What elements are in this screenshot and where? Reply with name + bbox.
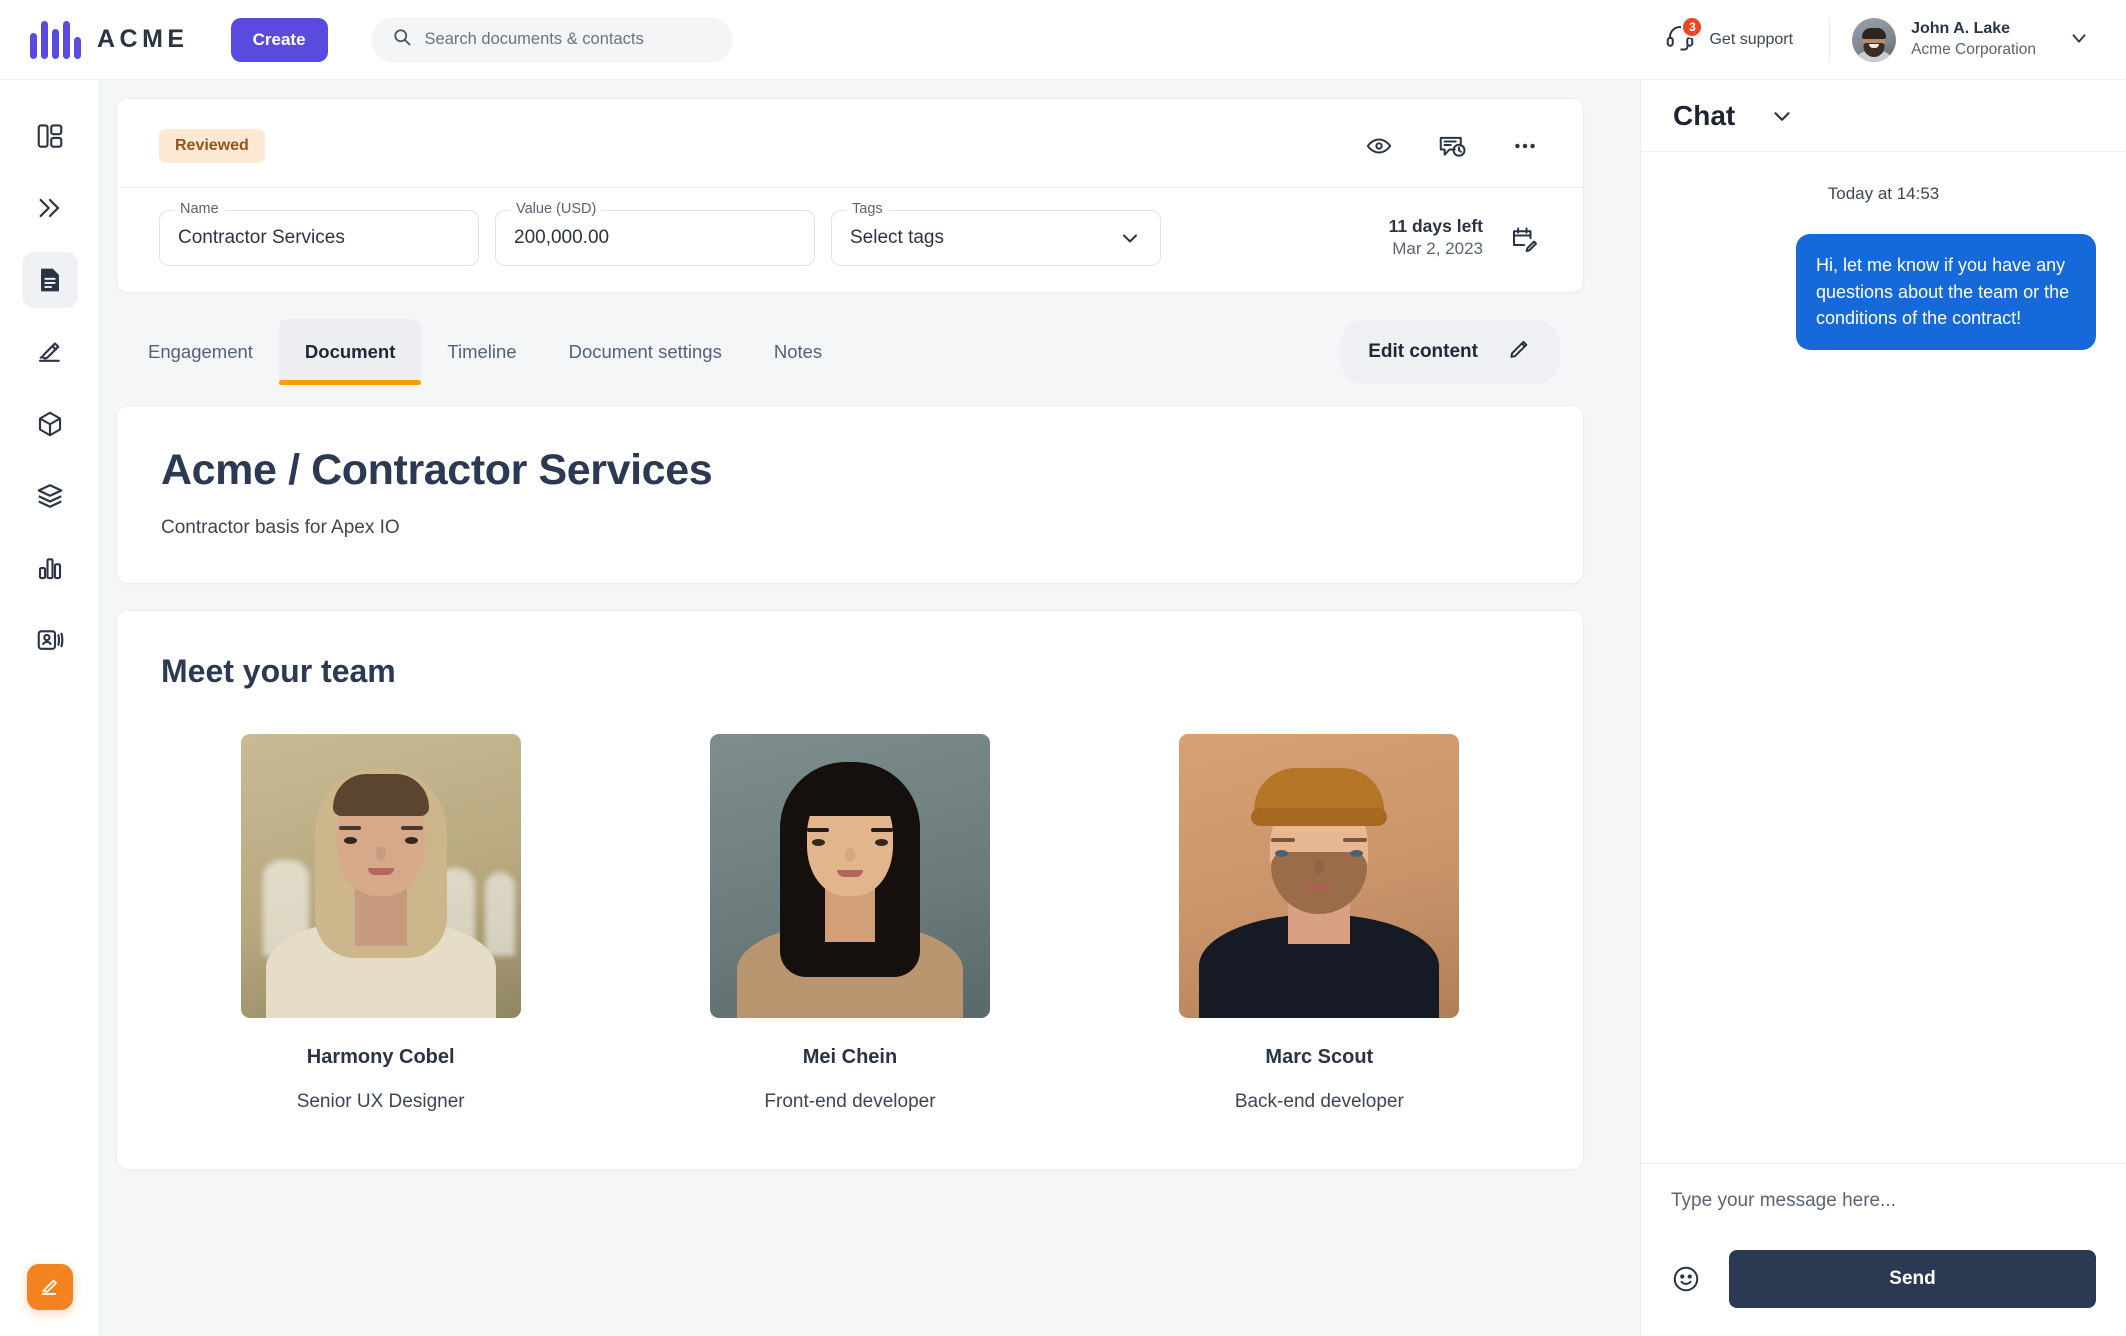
sidebar-item-signatures[interactable] [22, 324, 78, 380]
team-grid: Harmony Cobel Senior UX Designer Mei Che… [161, 734, 1539, 1113]
tags-chevron-down-icon[interactable] [1118, 226, 1142, 250]
document-header-fields: Name Value (USD) Tags [117, 188, 1583, 292]
sidebar-item-workflows[interactable] [22, 180, 78, 236]
document-header-card: Reviewed Name Contractor Services Value … [116, 98, 1584, 293]
name-field[interactable]: Name [159, 201, 479, 266]
team-member-photo [1179, 734, 1460, 1018]
sidebar-item-dashboard[interactable] [22, 108, 78, 164]
sidebar-item-templates[interactable] [22, 468, 78, 524]
chat-header: Chat [1641, 80, 2126, 152]
name-field-label: Name [174, 201, 225, 217]
due-date-text: 11 days left Mar 2, 2023 [1389, 215, 1483, 262]
brand-name: ACME [97, 25, 189, 53]
tags-field-label: Tags [846, 201, 889, 217]
sidebar-rail [0, 80, 100, 1336]
search-input[interactable] [424, 30, 712, 49]
sidebar-item-contacts[interactable] [22, 612, 78, 668]
chat-panel: Chat Today at 14:53 Hi, let me know if y… [1640, 80, 2126, 1336]
team-card: Meet your team Harmony Cobel Senior UX D… [116, 610, 1584, 1170]
team-member-photo [240, 734, 521, 1018]
brand-logo[interactable]: ACME [30, 20, 189, 59]
chat-composer-actions: Send [1671, 1250, 2096, 1308]
support-notification-badge: 3 [1681, 16, 1704, 38]
user-menu-chevron-down-icon[interactable] [2062, 21, 2096, 58]
document-tabs: Engagement Document Timeline Document se… [122, 319, 848, 385]
avatar [1852, 17, 1897, 62]
top-bar: ACME Create 3 [0, 0, 2126, 80]
chat-timestamp: Today at 14:53 [1827, 184, 1940, 203]
value-input[interactable] [514, 227, 796, 249]
tab-document-settings[interactable]: Document settings [543, 319, 748, 385]
edit-content-label: Edit content [1368, 341, 1478, 362]
user-meta: John A. Lake Acme Corporation [1911, 19, 2036, 60]
body: Reviewed Name Contractor Services Value … [0, 80, 2126, 1336]
edit-content-button[interactable]: Edit content [1340, 320, 1560, 384]
tab-engagement[interactable]: Engagement [122, 319, 279, 385]
comment-history-icon[interactable] [1435, 129, 1469, 163]
status-badge: Reviewed [159, 129, 265, 163]
chat-title: Chat [1673, 99, 1736, 131]
document-header-top: Reviewed [117, 99, 1583, 187]
user-name: John A. Lake [1911, 20, 2011, 38]
sidebar-item-reports[interactable] [22, 540, 78, 596]
user-menu[interactable]: John A. Lake Acme Corporation [1852, 17, 2036, 62]
team-member-role: Front-end developer [764, 1091, 936, 1112]
tab-notes[interactable]: Notes [748, 319, 848, 385]
page-subtitle: Contractor basis for Apex IO [161, 517, 400, 538]
due-date-group: 11 days left Mar 2, 2023 [1389, 215, 1541, 262]
team-member-name: Harmony Cobel [306, 1046, 455, 1068]
team-member-role: Senior UX Designer [296, 1091, 465, 1112]
team-member: Harmony Cobel Senior UX Designer [240, 734, 521, 1113]
create-button[interactable]: Create [230, 17, 328, 62]
support-label: Get support [1709, 30, 1794, 48]
value-field[interactable]: Value (USD) [495, 201, 815, 266]
chat-collapse-chevron-down-icon[interactable] [1765, 99, 1799, 133]
chat-composer: Send [1641, 1163, 2126, 1336]
app-root: ACME Create 3 [0, 0, 2126, 1336]
team-member-photo [709, 734, 990, 1018]
user-organization: Acme Corporation [1911, 40, 2036, 58]
acme-logo-icon [30, 20, 81, 59]
tabs-row: Engagement Document Timeline Document se… [116, 319, 1584, 385]
tags-select-input[interactable] [850, 227, 1118, 249]
more-options-icon[interactable] [1509, 130, 1541, 162]
team-member: Mei Chein Front-end developer [709, 734, 990, 1113]
top-bar-right: 3 Get support John A. Lake Acme Corporat… [1651, 16, 2100, 63]
document-title-card: Acme / Contractor Services Contractor ba… [116, 405, 1584, 584]
sidebar-item-documents[interactable] [21, 252, 78, 308]
search-box[interactable] [371, 16, 732, 63]
document-header-actions [1363, 129, 1541, 163]
team-member: Marc Scout Back-end developer [1179, 734, 1460, 1113]
emoji-smiley-icon[interactable] [1671, 1264, 1701, 1294]
new-signature-fab-button[interactable] [26, 1264, 73, 1310]
team-member-name: Marc Scout [1265, 1046, 1374, 1068]
page-title: Acme / Contractor Services [161, 446, 713, 494]
days-left-label: 11 days left [1388, 215, 1483, 236]
search-icon [392, 27, 412, 52]
send-button[interactable]: Send [1729, 1250, 2096, 1308]
chat-messages: Today at 14:53 Hi, let me know if you ha… [1641, 152, 2126, 1163]
name-input[interactable] [178, 227, 460, 249]
main-content: Reviewed Name Contractor Services Value … [100, 80, 1640, 1336]
chat-message-input[interactable] [1671, 1190, 2096, 1212]
pencil-icon [1506, 336, 1532, 368]
preview-eye-icon[interactable] [1363, 130, 1395, 162]
value-field-label: Value (USD) [510, 201, 603, 217]
edit-due-date-calendar-icon[interactable] [1507, 221, 1541, 255]
tags-field[interactable]: Tags [831, 201, 1161, 266]
due-date-label: Mar 2, 2023 [1392, 239, 1483, 259]
team-member-role: Back-end developer [1234, 1091, 1404, 1112]
tab-document[interactable]: Document [278, 319, 422, 385]
sidebar-item-assets[interactable] [22, 396, 78, 452]
chat-message-bubble: Hi, let me know if you have any question… [1796, 234, 2096, 350]
get-support-button[interactable]: 3 Get support [1651, 16, 1807, 63]
team-member-name: Mei Chein [802, 1046, 898, 1068]
tab-timeline[interactable]: Timeline [421, 319, 542, 385]
top-bar-divider [1829, 16, 1831, 63]
team-heading: Meet your team [161, 653, 396, 689]
